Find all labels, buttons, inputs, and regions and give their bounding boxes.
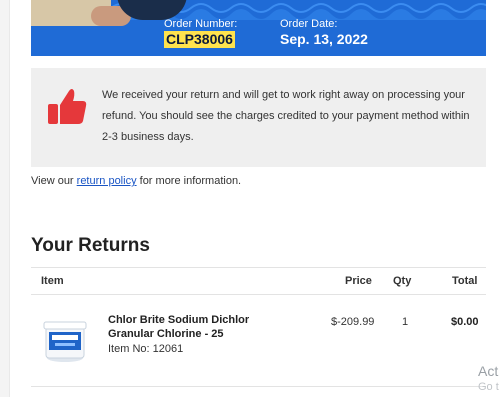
order-date: Sep. 13, 2022 bbox=[280, 31, 368, 47]
column-header-item: Item bbox=[41, 275, 64, 287]
divider bbox=[31, 267, 486, 268]
divider bbox=[31, 386, 486, 387]
return-policy-link[interactable]: return policy bbox=[77, 175, 137, 187]
returns-title: Your Returns bbox=[31, 235, 150, 256]
product-name[interactable]: Chlor Brite Sodium Dichlor Granular Chlo… bbox=[108, 313, 298, 341]
policy-prefix: View our bbox=[31, 175, 77, 187]
product-qty: 1 bbox=[402, 316, 409, 328]
product-item-number: Item No: 12061 bbox=[108, 343, 184, 355]
policy-suffix: for more information. bbox=[136, 175, 242, 187]
order-date-label: Order Date: bbox=[280, 18, 338, 30]
policy-line: View our return policy for more informat… bbox=[31, 175, 241, 187]
product-image bbox=[43, 321, 87, 362]
column-header-qty: Qty bbox=[393, 275, 412, 287]
activation-watermark-sub: Go t bbox=[478, 381, 499, 393]
product-total: $0.00 bbox=[451, 316, 479, 328]
column-header-price: Price bbox=[345, 275, 372, 287]
column-header-total: Total bbox=[452, 275, 478, 287]
return-notice-text: We received your return and will get to … bbox=[102, 89, 470, 143]
order-number: CLP38006 bbox=[164, 31, 235, 48]
order-header-banner bbox=[31, 0, 486, 56]
activation-watermark: Act bbox=[478, 363, 499, 379]
thumbs-up-icon bbox=[48, 89, 87, 124]
order-number-label: Order Number: bbox=[164, 18, 238, 30]
product-price: $-209.99 bbox=[331, 316, 375, 328]
divider bbox=[31, 294, 486, 295]
left-gutter bbox=[0, 0, 10, 397]
